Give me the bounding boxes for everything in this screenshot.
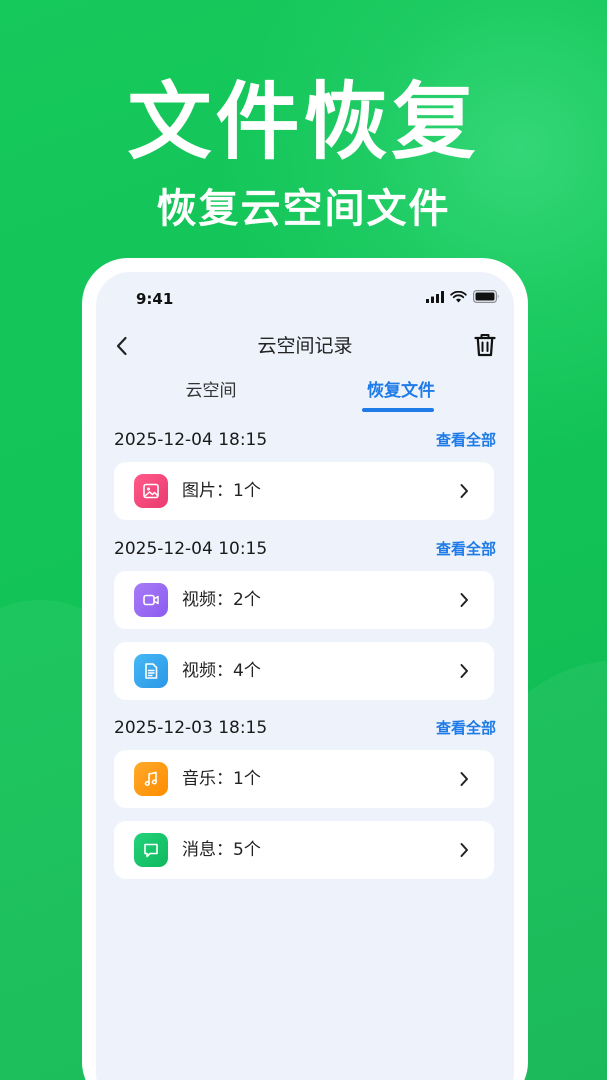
item-label: 音乐：1个 (182, 769, 261, 789)
list-item[interactable]: 图片：1个 (114, 462, 494, 520)
hero-subtitle: 恢复云空间文件 (156, 186, 451, 232)
tab-restore-files[interactable]: 恢复文件 (351, 378, 451, 404)
battery-icon (473, 290, 499, 303)
message-icon (134, 833, 168, 867)
active-tab-indicator (362, 408, 434, 412)
tab-cloud-space[interactable]: 云空间 (168, 378, 254, 404)
music-icon (134, 762, 168, 796)
delete-button[interactable] (470, 330, 500, 360)
item-label: 视频：4个 (182, 661, 261, 681)
tab-bar: 云空间 恢复文件 (96, 374, 514, 418)
view-all-link[interactable]: 查看全部 (436, 536, 496, 562)
group-header: 2025-12-03 18:15 查看全部 (114, 715, 496, 741)
signal-icon (426, 290, 444, 303)
image-icon (134, 474, 168, 508)
list-item[interactable]: 消息：5个 (114, 821, 494, 879)
status-icons (426, 290, 500, 303)
list-item[interactable]: 音乐：1个 (114, 750, 494, 808)
hero-title: 文件恢复 (127, 73, 480, 171)
chevron-right-icon (454, 661, 474, 681)
chevron-right-icon (454, 590, 474, 610)
group-header: 2025-12-04 10:15 查看全部 (114, 536, 496, 562)
group-date: 2025-12-04 18:15 (114, 430, 268, 450)
phone-frame: 9:41 云空间记录 云空间 恢复文件 2025-12-04 18:15 查看全… (82, 258, 528, 1080)
page-title: 云空间记录 (257, 335, 353, 357)
group-header: 2025-12-04 18:15 查看全部 (114, 427, 496, 453)
phone-screen: 9:41 云空间记录 云空间 恢复文件 2025-12-04 18:15 查看全… (96, 272, 514, 1080)
item-label: 视频：2个 (182, 590, 261, 610)
list-item[interactable]: 视频：4个 (114, 642, 494, 700)
list-item[interactable]: 视频：2个 (114, 571, 494, 629)
group-date: 2025-12-03 18:15 (114, 718, 268, 738)
nav-bar: 云空间记录 (96, 328, 514, 364)
chevron-right-icon (454, 840, 474, 860)
chevron-right-icon (454, 481, 474, 501)
status-time: 9:41 (136, 290, 174, 308)
group-date: 2025-12-04 10:15 (114, 539, 268, 559)
promo-page: 文件恢复 恢复云空间文件 9:41 云空间记录 云空间 恢复文件 2025-12… (0, 0, 607, 1080)
wifi-icon (450, 290, 467, 302)
view-all-link[interactable]: 查看全部 (436, 715, 496, 741)
trash-icon (474, 334, 496, 357)
item-label: 图片：1个 (182, 481, 261, 501)
status-bar: 9:41 (96, 272, 514, 326)
item-label: 消息：5个 (182, 840, 261, 860)
chevron-right-icon (454, 769, 474, 789)
video-icon (134, 583, 168, 617)
document-icon (134, 654, 168, 688)
view-all-link[interactable]: 查看全部 (436, 427, 496, 453)
